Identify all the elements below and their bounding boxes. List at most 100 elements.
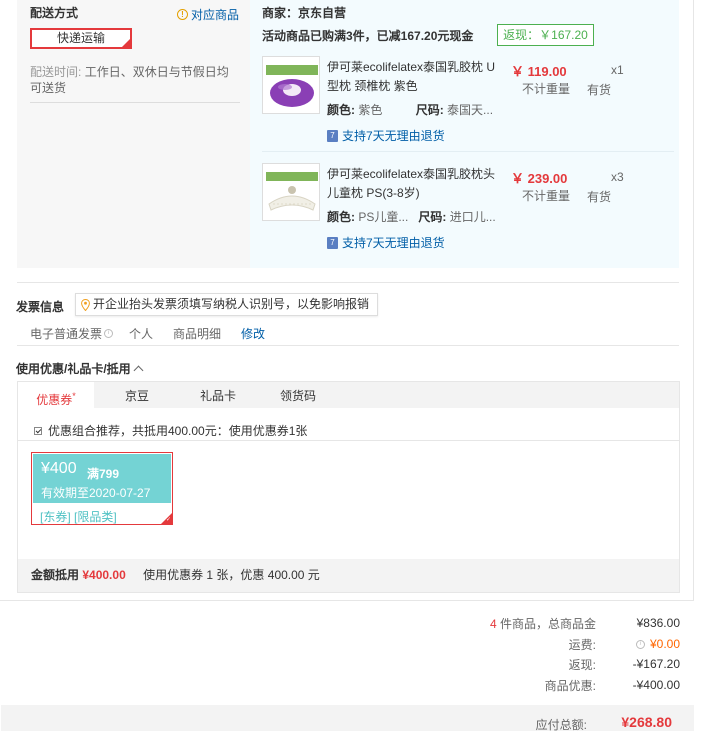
- goods-panel: 商家：京东自营 活动商品已购满3件，已减167.20元现金 返现：￥167.20…: [250, 0, 679, 268]
- invoice-title: 发票信息: [16, 300, 65, 314]
- discount-panel: 优惠券* 京豆 礼品卡 领货码 优惠组合推荐，共抵用400.00元：使用优惠券1…: [17, 381, 680, 593]
- coupon-condition: 满799: [87, 467, 120, 481]
- rebate-label: 返现:: [568, 657, 596, 672]
- stock-status: 有货: [587, 190, 612, 204]
- product-name[interactable]: 伊可莱ecolifelatex泰国乳胶枕头 儿童枕 PS(3-8岁): [327, 165, 499, 203]
- location-pin-icon: [81, 298, 90, 311]
- chevron-up-icon: [133, 365, 144, 376]
- payable-label: 应付总额:: [535, 718, 587, 731]
- coupon-amount: ¥400: [41, 460, 77, 477]
- product-attributes: 颜色: 紫色 尺码: 泰国天...: [327, 101, 493, 118]
- stock-status: 有货: [587, 83, 612, 97]
- pillow-child-image: [263, 164, 319, 220]
- invoice-tip-text: 开企业抬头发票须填写纳税人识别号，以免影响报销: [93, 297, 370, 311]
- product-price: ￥ 239.00: [511, 171, 568, 186]
- size-label: 尺码:: [418, 210, 447, 224]
- combo-recommend[interactable]: 优惠组合推荐，共抵用400.00元：使用优惠券1张: [34, 422, 307, 439]
- product-quantity: x1: [611, 63, 624, 77]
- info-icon[interactable]: i: [104, 329, 114, 338]
- discount-total-label: 金额抵用: [31, 568, 80, 582]
- coupon-card[interactable]: ¥400 满799 有效期至2020-07-27 [东券] [限品类] ✓: [31, 452, 173, 525]
- size-value: 泰国天...: [447, 103, 494, 117]
- invoice-edit-link[interactable]: 修改: [241, 325, 265, 342]
- product-thumbnail[interactable]: [262, 56, 320, 114]
- shipping-fee-value: ¥0.00: [649, 637, 680, 651]
- checkbox-checked-icon[interactable]: [34, 426, 42, 435]
- coupon-divider: [18, 440, 679, 441]
- rebate-badge: 返现：￥167.20: [497, 24, 594, 46]
- summary-shipping: 运费: i ¥0.00: [569, 635, 680, 653]
- merchant-name: 商家：京东自营: [262, 6, 347, 20]
- discount-value: -¥400.00: [632, 678, 680, 692]
- delivery-time-label: 配送时间:: [30, 65, 82, 79]
- product-weight: 不计重量: [522, 82, 571, 96]
- product-thumbnail[interactable]: [262, 163, 320, 221]
- payable-total: ¥268.80: [621, 714, 672, 730]
- size-label: 尺码:: [415, 103, 444, 117]
- product-weight: 不计重量: [522, 189, 571, 203]
- product-quantity: x3: [611, 170, 624, 184]
- color-label: 颜色:: [327, 103, 355, 117]
- info-icon[interactable]: i: [635, 639, 645, 649]
- return-policy[interactable]: 7 支持7天无理由退货: [327, 234, 445, 251]
- tab-coupons-mark: *: [72, 391, 76, 401]
- shipping-fee-label: 运费:: [568, 637, 596, 652]
- coupon-tags: [东券] [限品类]: [40, 510, 117, 524]
- product-price: ￥ 119.00: [511, 64, 567, 79]
- color-label: 颜色:: [327, 210, 355, 224]
- return-policy-label: 支持7天无理由退货: [342, 236, 445, 250]
- payable-bar: 应付总额: ¥268.80: [1, 705, 694, 731]
- goods-amount-value: ¥836.00: [636, 616, 680, 630]
- tab-coupons-label: 优惠券: [36, 393, 73, 407]
- shipping-method-option[interactable]: 快递运输: [30, 28, 132, 49]
- color-value: PS儿童...: [358, 210, 409, 224]
- discount-total-value: ¥400.00: [82, 568, 126, 582]
- return-icon: 7: [327, 129, 338, 142]
- return-icon: 7: [327, 236, 338, 249]
- matched-goods-label: 对应商品: [191, 8, 240, 22]
- invoice-content: 商品明细: [173, 327, 222, 341]
- goods-item: 伊可莱ecolifelatex泰国乳胶枕头 儿童枕 PS(3-8岁) 颜色: P…: [262, 163, 674, 263]
- goods-count: 4: [489, 616, 497, 631]
- discount-label: 商品优惠:: [544, 678, 596, 693]
- rebate-value: -¥167.20: [632, 657, 680, 671]
- size-value: 进口儿...: [449, 210, 496, 224]
- section-divider: [17, 282, 679, 283]
- tab-redeem-code[interactable]: 领货码: [280, 382, 316, 408]
- invoice-type: 电子普通发票: [30, 327, 103, 341]
- tab-coupons[interactable]: 优惠券*: [18, 382, 94, 409]
- return-policy[interactable]: 7 支持7天无理由退货: [327, 127, 445, 144]
- shipping-fee: i ¥0.00: [596, 637, 680, 651]
- delivery-time: 配送时间: 工作日、双休日与节假日均可送货: [30, 64, 240, 103]
- selected-corner-icon: [122, 39, 130, 47]
- goods-item: 伊可莱ecolifelatex泰国乳胶枕 U型枕 颈椎枕 紫色 颜色: 紫色 尺…: [262, 56, 674, 152]
- discount-total-desc: 使用优惠券 1 张，优惠 400.00 元: [143, 568, 320, 582]
- shipping-method-label: 快递运输: [56, 31, 105, 45]
- invoice-details: 电子普通发票 i 个人 商品明细 修改: [30, 325, 285, 342]
- discount-total: 金额抵用 ¥400.00 使用优惠券 1 张，优惠 400.00 元: [18, 559, 679, 592]
- color-value: 紫色: [358, 103, 383, 117]
- shipping-title: 配送方式: [30, 6, 79, 20]
- combo-recommend-text: 优惠组合推荐，共抵用400.00元：使用优惠券1张: [48, 424, 308, 438]
- discount-tabs: 优惠券* 京豆 礼品卡 领货码: [18, 382, 679, 409]
- coupon-header: ¥400 满799 有效期至2020-07-27: [33, 454, 171, 503]
- discount-section-toggle[interactable]: 使用优惠/礼品卡/抵用: [16, 360, 144, 377]
- goods-count-text: 件商品，总商品金: [496, 616, 596, 631]
- goods-count-label: 4 件商品，总商品金: [490, 615, 596, 632]
- product-attributes: 颜色: PS儿童... 尺码: 进口儿...: [327, 208, 496, 225]
- section-divider: [17, 345, 679, 346]
- discount-section-title: 使用优惠/礼品卡/抵用: [16, 362, 131, 376]
- tab-giftcard[interactable]: 礼品卡: [200, 382, 236, 408]
- check-icon: ✓: [165, 517, 171, 523]
- return-policy-label: 支持7天无理由退货: [342, 129, 445, 143]
- shipping-section: 配送方式 ! 对应商品 快递运输 配送时间: 工作日、双休日与节假日均可送货 商…: [17, 0, 679, 268]
- invoice-tip: 开企业抬头发票须填写纳税人识别号，以免影响报销: [75, 293, 379, 316]
- coupon-validity: 有效期至2020-07-27: [41, 486, 151, 500]
- matched-goods-link[interactable]: ! 对应商品: [177, 6, 239, 23]
- summary-discount: 商品优惠: -¥400.00: [545, 676, 680, 694]
- invoice-header: 个人: [129, 327, 154, 341]
- product-name[interactable]: 伊可莱ecolifelatex泰国乳胶枕 U型枕 颈椎枕 紫色: [327, 58, 499, 96]
- promo-text: 活动商品已购满3件，已减167.20元现金: [262, 29, 474, 43]
- tab-jingdou[interactable]: 京豆: [125, 382, 149, 408]
- info-warning-icon: !: [177, 9, 188, 20]
